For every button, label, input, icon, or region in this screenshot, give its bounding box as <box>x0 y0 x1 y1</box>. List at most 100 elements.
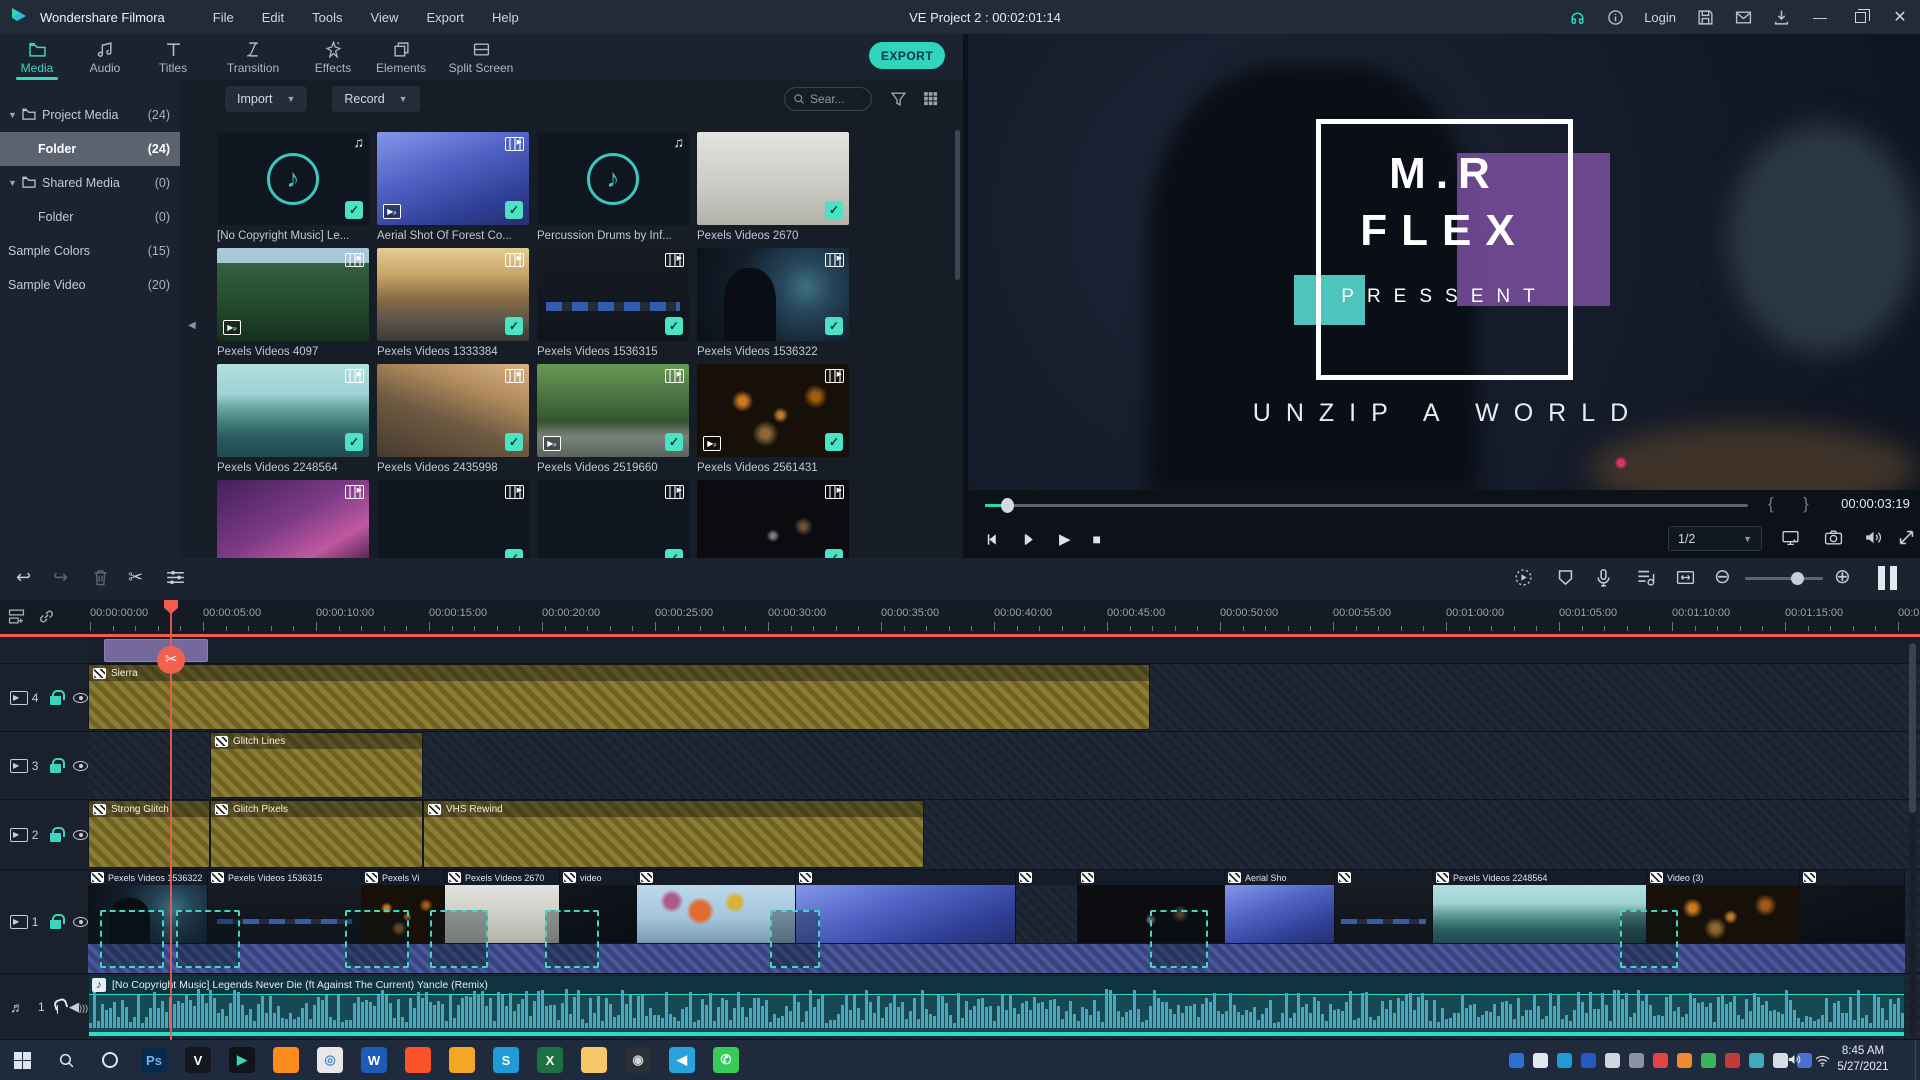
taskbar-clock[interactable]: 8:45 AM 5/27/2021 <box>1824 1044 1902 1075</box>
expand-arrow-icon[interactable]: ▼ <box>8 178 22 188</box>
media-item[interactable]: ✓Pexels Videos 1536315 <box>537 248 689 364</box>
taskbar-app-skype[interactable]: S <box>484 1040 528 1080</box>
taskbar-app-explorer[interactable] <box>572 1040 616 1080</box>
sidebar-item-shared-media[interactable]: ▼Shared Media(0) <box>0 166 180 200</box>
lock-icon[interactable] <box>50 696 60 705</box>
video-clip-segment[interactable] <box>1800 870 1905 943</box>
transition-overlay[interactable] <box>545 910 599 968</box>
transition-overlay[interactable] <box>1150 910 1208 968</box>
tray-icon[interactable] <box>1749 1053 1764 1068</box>
timeline-clip[interactable]: Strong Glitch <box>88 800 210 868</box>
taskbar-app-filmora[interactable]: ▶ <box>220 1040 264 1080</box>
preview-video[interactable]: M.R FLEX PRESSENT UNZIP A WORLD <box>968 34 1920 490</box>
timeline-ruler[interactable]: 00:00:00:0000:00:05:0000:00:10:0000:00:1… <box>0 600 1920 637</box>
media-item[interactable]: ✓ <box>697 480 849 558</box>
save-icon[interactable] <box>1686 0 1724 34</box>
preview-quality-dropdown[interactable]: 1/2▼ <box>1668 526 1762 551</box>
support-headset-icon[interactable] <box>1558 0 1596 34</box>
sidebar-item-folder[interactable]: Folder(24) <box>0 132 180 166</box>
track-visibility-icon[interactable] <box>73 830 88 840</box>
track-visibility-icon[interactable] <box>73 693 88 703</box>
filter-icon[interactable] <box>890 90 907 112</box>
mail-icon[interactable] <box>1724 0 1762 34</box>
track-content[interactable]: Strong GlitchGlitch PixelsVHS Rewind <box>88 800 1920 869</box>
fit-timeline-icon[interactable] <box>1676 568 1695 592</box>
marker-icon[interactable] <box>1556 568 1575 592</box>
video-clip-segment[interactable] <box>1335 870 1433 943</box>
snapshot-icon[interactable] <box>1824 528 1843 552</box>
search-input[interactable]: Sear... <box>784 87 872 111</box>
tray-icon[interactable] <box>1701 1053 1716 1068</box>
export-button[interactable]: EXPORT <box>869 42 945 69</box>
link-clips-icon[interactable] <box>38 608 55 630</box>
media-item[interactable]: ▶ₚ✓Pexels Videos 2519660 <box>537 364 689 480</box>
voiceover-mic-icon[interactable] <box>1594 568 1613 592</box>
tray-icon[interactable] <box>1653 1053 1668 1068</box>
taskbar-app-excel[interactable]: X <box>528 1040 572 1080</box>
menu-help[interactable]: Help <box>478 10 533 25</box>
media-item[interactable]: ▶ₚ✓Aerial Shot Of Forest Co... <box>377 132 529 248</box>
zoom-in-icon[interactable]: ⊕ <box>1834 567 1851 587</box>
sidebar-item-folder[interactable]: Folder(0) <box>0 200 180 234</box>
menu-tools[interactable]: Tools <box>298 10 356 25</box>
media-item[interactable]: ✓Pexels Videos 1333384 <box>377 248 529 364</box>
track-visibility-icon[interactable] <box>73 917 88 927</box>
tray-icon[interactable] <box>1581 1053 1596 1068</box>
login-button[interactable]: Login <box>1634 10 1686 25</box>
tab-effects[interactable]: Effects <box>302 41 364 80</box>
media-item[interactable]: ✓Pexels Videos 2670 <box>697 132 849 248</box>
track-height-icon[interactable] <box>1878 566 1900 590</box>
menu-edit[interactable]: Edit <box>248 10 298 25</box>
video-clip-segment[interactable] <box>796 870 1016 943</box>
info-icon[interactable] <box>1596 0 1634 34</box>
timeline-clip[interactable]: Glitch Lines <box>210 732 423 798</box>
audio-mixer-icon[interactable] <box>1636 568 1655 592</box>
track-visibility-icon[interactable] <box>73 761 88 771</box>
zoom-out-icon[interactable]: ⊖ <box>1714 567 1731 587</box>
transition-overlay[interactable] <box>770 910 820 968</box>
fullscreen-icon[interactable] <box>1897 528 1916 552</box>
taskbar-app-app-v[interactable]: V <box>176 1040 220 1080</box>
track-header[interactable]: 1 <box>0 870 88 973</box>
manage-tracks-icon[interactable] <box>8 608 25 630</box>
video-clip-segment[interactable]: Aerial Sho <box>1225 870 1335 943</box>
media-item[interactable]: ✓ <box>537 480 689 558</box>
record-dropdown[interactable]: Record▼ <box>332 86 419 112</box>
tab-elements[interactable]: Elements <box>370 41 432 80</box>
restore-button[interactable] <box>1840 0 1880 34</box>
transition-overlay[interactable] <box>100 910 164 968</box>
media-item[interactable]: ▶ₚ✓Pexels Videos 2561431 <box>697 364 849 480</box>
lock-icon[interactable] <box>50 833 60 842</box>
track-content[interactable]: Sierra <box>88 664 1920 731</box>
media-item[interactable]: ✓Pexels Videos 1536322 <box>697 248 849 364</box>
transition-overlay[interactable] <box>176 910 240 968</box>
tray-icon[interactable] <box>1629 1053 1644 1068</box>
track-header[interactable]: 2 <box>0 800 88 869</box>
taskbar-app-word[interactable]: W <box>352 1040 396 1080</box>
transition-overlay[interactable] <box>430 910 488 968</box>
tab-audio[interactable]: Audio <box>74 41 136 80</box>
import-dropdown[interactable]: Import▼ <box>225 86 307 112</box>
taskbar-app-brave[interactable] <box>396 1040 440 1080</box>
undo-icon[interactable]: ↩ <box>16 567 31 587</box>
taskbar-app-whatsapp[interactable]: ✆ <box>704 1040 748 1080</box>
tray-icon[interactable] <box>1533 1053 1548 1068</box>
download-icon[interactable] <box>1762 0 1800 34</box>
media-item[interactable]: ✓Pexels Videos 2248564 <box>217 364 369 480</box>
taskbar-app-firefox[interactable] <box>264 1040 308 1080</box>
next-frame-button[interactable] <box>1022 532 1037 547</box>
taskbar-app-photoshop[interactable]: Ps <box>132 1040 176 1080</box>
delete-icon[interactable] <box>91 568 110 592</box>
clip-settings-icon[interactable] <box>166 568 185 592</box>
taskbar-volume-icon[interactable] <box>1787 1053 1802 1071</box>
track-content[interactable]: Glitch Lines <box>88 732 1920 799</box>
sidebar-item-project-media[interactable]: ▼Project Media(24) <box>0 98 180 132</box>
close-button[interactable]: ✕ <box>1880 0 1920 34</box>
tray-icon[interactable] <box>1773 1053 1788 1068</box>
split-scissors-icon[interactable]: ✂ <box>128 567 143 587</box>
media-item[interactable]: ♫✓[No Copyright Music] Le... <box>217 132 369 248</box>
media-scrollbar[interactable] <box>955 130 960 550</box>
seek-handle[interactable] <box>1001 498 1014 513</box>
render-preview-icon[interactable] <box>1514 568 1533 592</box>
stop-button[interactable]: ■ <box>1093 531 1101 547</box>
